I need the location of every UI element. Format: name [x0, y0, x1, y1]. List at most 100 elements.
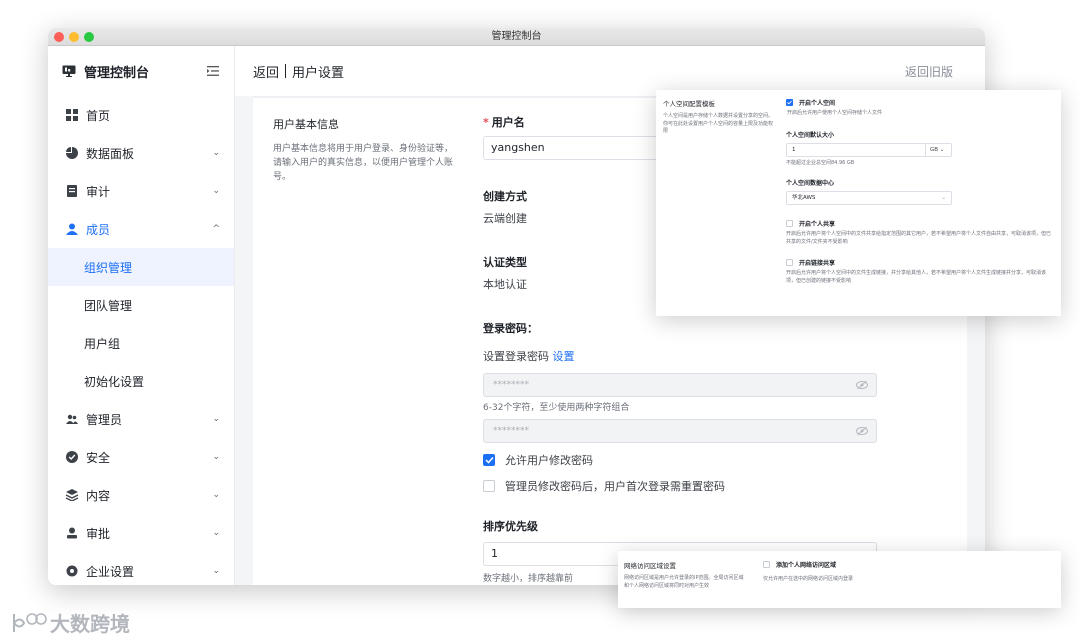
link-share-desc: 开启后允许用户将个人空间中的文件生成链接，并分享给其他人，若不希望用户将个人文件…	[786, 270, 1047, 284]
required-mark: *	[483, 116, 489, 129]
sidebar-item-label: 审批	[86, 526, 111, 541]
section-description: 用户基本信息将用于用户登录、身份验证等，请输入用户的真实信息，以便用户管理个人账…	[273, 144, 454, 182]
password-input[interactable]: ********	[483, 373, 877, 397]
sidebar-item-label: 内容	[86, 488, 111, 503]
sidebar-item-admins[interactable]: 管理员 ⌄	[48, 400, 234, 438]
force-reset-row[interactable]: 管理员修改密码后，用户首次登录需重置密码	[483, 478, 877, 494]
card1-title: 个人空间配置模板	[663, 100, 715, 108]
password-mask: ********	[493, 380, 529, 390]
enable-personal-space-checkbox[interactable]	[786, 99, 793, 106]
password-hint: 6-32个字符，至少使用两种字符组合	[483, 403, 630, 413]
shield-check-icon	[66, 451, 78, 463]
eye-off-icon[interactable]	[856, 426, 868, 436]
sidebar-item-approval[interactable]: 审批 ⌄	[48, 514, 234, 552]
size-hint: 不能超过企业总空间84.96 GB	[786, 159, 855, 166]
card2-description: 网络访问区域是用户允许登录的IP范围。全局访问区域和个人网络访问区域将同时对用户…	[624, 575, 744, 589]
grid-icon	[66, 109, 78, 121]
force-reset-checkbox[interactable]	[483, 480, 495, 492]
personal-share-row[interactable]: 开启个人共享	[786, 219, 1054, 228]
sidebar-item-security[interactable]: 安全 ⌄	[48, 438, 234, 476]
data-center-select[interactable]: 华北AWS ⌄	[786, 191, 952, 205]
sidebar-item-label: 首页	[86, 108, 111, 123]
data-center-label: 个人空间数据中心	[786, 180, 835, 187]
network-access-card: 网络访问区域设置 网络访问区域是用户允许登录的IP范围。全局访问区域和个人网络访…	[618, 551, 1061, 608]
chevron-down-icon: ⌄	[212, 148, 220, 158]
personal-share-label: 开启个人共享	[799, 221, 836, 228]
back-link[interactable]: 返回	[253, 62, 279, 81]
card2-settings: 添加个人网络访问区域 仅允许用户在选中的网络访问区域内登录	[763, 560, 1053, 584]
card1-description: 个人空间是用户存储个人数据并设置分享的空间。你可在此处设置用户个人空间的容量上限…	[663, 113, 774, 134]
page-title: 用户设置	[292, 65, 345, 81]
chevron-down-icon: ⌄	[941, 195, 946, 201]
sidebar-item-audit[interactable]: 审计 ⌄	[48, 172, 234, 210]
card1-intro: 个人空间配置模板 个人空间是用户存储个人数据并设置分享的空间。你可在此处设置用户…	[663, 98, 775, 136]
watermark-logo	[13, 612, 47, 632]
header-divider	[285, 64, 287, 78]
watermark: 大数跨境	[10, 608, 130, 637]
card1-settings: 开启个人空间 开启后允许用户使用个人空间存储个人文件 个人空间默认大小 1 GB…	[786, 98, 1054, 285]
sidebar: 管理控制台 首页 数据面板 ⌄ 审计 ⌄ 成员 ^ 组织管理 团队管理 用户组	[48, 46, 235, 585]
sidebar-item-label: 数据面板	[86, 146, 135, 161]
sidebar-item-content[interactable]: 内容 ⌄	[48, 476, 234, 514]
data-center-value: 华北AWS	[792, 195, 816, 201]
enable-personal-space-desc: 开启后允许用户使用个人空间存储个人文件	[787, 110, 883, 116]
title-bar: 管理控制台	[48, 28, 985, 46]
enable-personal-space-row[interactable]: 开启个人空间	[786, 98, 1054, 107]
add-network-area-checkbox[interactable]	[763, 561, 770, 568]
password-confirm-mask: ********	[493, 426, 529, 436]
personal-share-checkbox[interactable]	[786, 220, 793, 227]
pie-chart-icon	[66, 147, 78, 159]
section-title: 用户基本信息	[273, 118, 339, 131]
monitor-icon	[62, 65, 76, 77]
password-set-text: 设置登录密码	[483, 350, 549, 363]
sidebar-item-home[interactable]: 首页	[48, 96, 234, 134]
sidebar-subitem-org[interactable]: 组织管理	[48, 248, 234, 286]
sidebar-item-dashboard[interactable]: 数据面板 ⌄	[48, 134, 234, 172]
password-label: 登录密码：	[483, 322, 538, 335]
sidebar-item-label: 企业设置	[86, 564, 135, 579]
eye-off-icon[interactable]	[856, 380, 868, 390]
page-header: 返回 用户设置 返回旧版	[235, 46, 985, 96]
personal-space-config-card: 个人空间配置模板 个人空间是用户存储个人数据并设置分享的空间。你可在此处设置用户…	[656, 90, 1061, 316]
allow-change-label: 允许用户修改密码	[505, 454, 593, 467]
brand-title: 管理控制台	[84, 65, 150, 81]
sidebar-item-label: 成员	[86, 222, 111, 237]
person-icon	[66, 223, 78, 235]
sidebar-item-label: 安全	[86, 450, 111, 465]
collapse-menu-icon[interactable]	[206, 65, 220, 77]
chevron-down-icon: ⌄	[212, 414, 220, 424]
link-share-checkbox[interactable]	[786, 259, 793, 266]
add-network-area-desc: 仅允许用户在选中的网络访问区域内登录	[763, 576, 854, 582]
force-reset-label: 管理员修改密码后，用户首次登录需重置密码	[505, 480, 725, 493]
size-unit-select[interactable]: GB ⌄	[925, 143, 951, 156]
add-network-area-label: 添加个人网络访问区域	[776, 562, 837, 569]
priority-label: 排序优先级	[483, 520, 538, 533]
check-icon	[787, 100, 792, 105]
sidebar-item-members[interactable]: 成员 ^	[48, 210, 234, 248]
sidebar-subitem-init[interactable]: 初始化设置	[48, 362, 234, 400]
add-network-area-row[interactable]: 添加个人网络访问区域	[763, 560, 1053, 569]
allow-change-row[interactable]: 允许用户修改密码	[483, 452, 877, 468]
size-input[interactable]: 1 GB ⌄	[786, 142, 952, 157]
link-share-row[interactable]: 开启链接共享	[786, 258, 1054, 267]
people-icon	[66, 414, 78, 424]
document-icon	[67, 185, 77, 197]
allow-change-checkbox[interactable]	[483, 454, 495, 466]
chevron-down-icon: ⌄	[212, 566, 220, 576]
sidebar-subitem-usergroup[interactable]: 用户组	[48, 324, 234, 362]
close-window-button[interactable]	[54, 32, 64, 42]
password-confirm-input[interactable]: ********	[483, 419, 877, 443]
maximize-window-button[interactable]	[84, 32, 94, 42]
minimize-window-button[interactable]	[69, 32, 79, 42]
chevron-up-icon: ^	[212, 224, 220, 234]
sidebar-item-enterprise-settings[interactable]: 企业设置 ⌄	[48, 552, 234, 585]
sidebar-item-label: 审计	[86, 184, 111, 199]
password-set-link[interactable]: 设置	[553, 350, 575, 363]
enable-personal-space-label: 开启个人空间	[799, 100, 836, 107]
chevron-down-icon: ⌄	[212, 490, 220, 500]
sidebar-subitem-team[interactable]: 团队管理	[48, 286, 234, 324]
chevron-down-icon: ⌄	[212, 528, 220, 538]
watermark-text: 大数跨境	[50, 612, 130, 636]
size-value: 1	[792, 146, 796, 153]
old-version-link[interactable]: 返回旧版	[905, 63, 953, 80]
